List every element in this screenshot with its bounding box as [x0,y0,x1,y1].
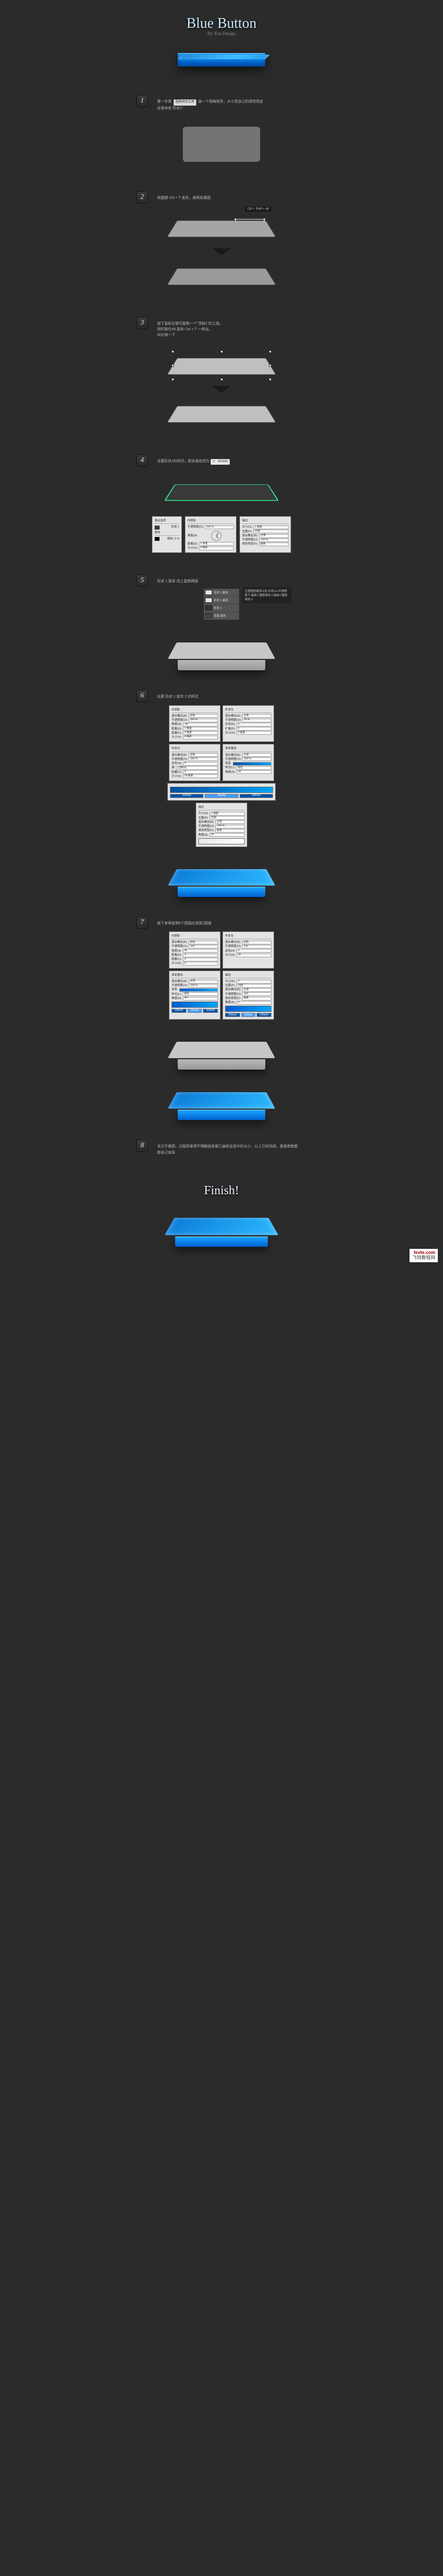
step5-preview [173,636,270,664]
dialog-gradbar: 0050a3 00a4fa 0050a3 [167,783,276,801]
step3-line3: 向右缩一下 [157,333,175,337]
dialog-stroke: 描边 大小(S):1 像素 位置(P):外部 混合模式(B):正常 不透明度(O… [196,803,247,847]
dialog-gradient: 渐变叠加 混合模式(B):正常 不透明度(O):100 % 渐变: 样式(L):… [169,971,220,1020]
step1-text-b: 画一个圆角矩形，大小凭自己的感觉而定 [198,100,263,104]
step4-text: 设置形状1的样式，颜色填色改为 [157,460,210,463]
step2-shape-bottom [167,268,276,285]
layers-panel: 形状 1 副本 形状 1 副本 形状 1 背景 副本 注意图层顺序以及 形状1x… [203,588,240,620]
finish-preview [170,1211,273,1241]
step-7: 7 接下来再复制6个图层应用到1图层 内阴影 混合模式(B):滤色 不透明度(O… [139,910,304,1134]
step-number: 2 [137,191,148,204]
dialog-stroke: 描边 大小(S):3 位置(P):内部 混合模式(B):正常 不透明度(O):1… [223,971,274,1020]
step-5: 5 形状 1 副本 向上复制两层 形状 1 副本 形状 1 副本 形状 1 背景… [139,568,304,684]
dialog-blendopts: 混合选项 形状 1 填充 填充: 0 % [152,516,182,553]
step-4: 4 设置形状1的样式，颜色填色改为 #：393939 混合选项 形状 1 填充 … [139,448,304,569]
page-subtitle: By You Design [139,31,304,36]
dialog-gradient: 渐变叠加 混合模式(B):正常 不透明度(O):100 % 渐变: 样式(L):… [223,744,274,781]
tool-chip: 圆角矩形工具 [174,99,196,106]
step1-text-a: 第一步用 [157,100,172,104]
drag-hint: Ctrl + Shift + Alt [245,207,271,212]
step7-preview-blue [173,1086,270,1114]
step-number: 3 [137,317,148,329]
step-6: 6 设置 形状 1 副本 2 的样式 内阴影 混合模式(B):滤色 不透明度(O… [139,684,304,910]
dialog-outerglow: 外发光 混合模式(B):正常 不透明度(O):75 % 杂色(N):0 扩展(P… [223,705,274,742]
hex-chip: #：393939 [211,459,230,465]
step6-text: 设置 形状 1 副本 2 的样式 [157,694,299,700]
step2-text: 快捷键 Ctrl + T 变形，按照效果图 [157,195,299,201]
dialog-innershadow: 内阴影 混合模式(B):滤色 不透明度(O):100 % 角度(A):-90 距… [169,705,220,742]
arrow-down-icon [212,386,231,393]
dialog-innershadow: 内阴影 混合模式(B):滤色 不透明度(O):100 角度(A):90 距离(D… [169,931,220,969]
step-number: 8 [137,1140,148,1152]
step3-line1: 按下鼠标左键可复制一个"顶部1"的上面， [157,322,223,326]
step7-text: 接下来再复制6个图层应用到1图层 [157,921,299,926]
step-number: 6 [137,690,148,702]
step1-shape [183,127,260,162]
layer-note: 注意图层顺序以及 形状1x1不透明度下 副本1 图层填充 0 副本2 图层填充 … [243,587,292,603]
step-1: 1 第一步用 圆角矩形工具 画一个圆角矩形，大小凭自己的感觉而定 这里命名"形状… [139,89,304,185]
step3-shape-bottom [167,406,276,422]
watermark: fevte.com 飞特教程网 [410,1249,438,1262]
dialog-innerglow: 内发光 混合模式(B):滤色 不透明度(O):100 % 杂色(N):0 源:边… [169,744,220,781]
dialog-outerglow: 外发光 混合模式(B):滤色 不透明度(O):100 杂色(N):0 大小(S)… [223,931,274,969]
step-3: 3 按下鼠标左键可复制一个"顶部1"的上面， 同时按住Alt 副本 Ctrl +… [139,311,304,448]
step1-text-c: 这里命名"形状1" [157,107,183,110]
step-number: 7 [137,917,148,929]
page-title: Blue Button [139,15,304,32]
step6-preview [173,862,270,891]
step-2: 2 快捷键 Ctrl + T 变形，按照效果图 Ctrl + Shift + A… [139,185,304,311]
arrow-down-icon [212,248,231,256]
step7-preview-gray [173,1035,270,1063]
step-number: 5 [137,574,148,587]
step-number: 4 [137,454,148,467]
dialog-stroke: 描边 大小(S):1 像素 位置(P):外部 混合模式(B):正常 不透明度(O… [240,516,291,553]
dialog-innershadow: 内阴影 不透明度(O):100 % 角度(A): 距离(D):0 像素 大小(S… [185,516,236,553]
hero-preview [178,49,265,71]
step-number: 1 [137,95,148,107]
step5-text: 形状 1 副本 向上复制两层 [157,579,299,584]
step-8: 8 本次不做图，过程简单得不理解就多做几遍体会其中的大小，以上已经完成，里面参数… [139,1133,304,1171]
step8-text: 本次不做图，过程简单得不理解就多做几遍体会其中的大小，以上已经完成，里面参数都能… [157,1144,299,1155]
step3-line2: 同时按住Alt 副本 Ctrl + T 一样向， [157,328,212,331]
finish-title: Finish! [139,1184,304,1198]
step4-shape [164,484,279,501]
step2-shape-top [167,221,276,237]
